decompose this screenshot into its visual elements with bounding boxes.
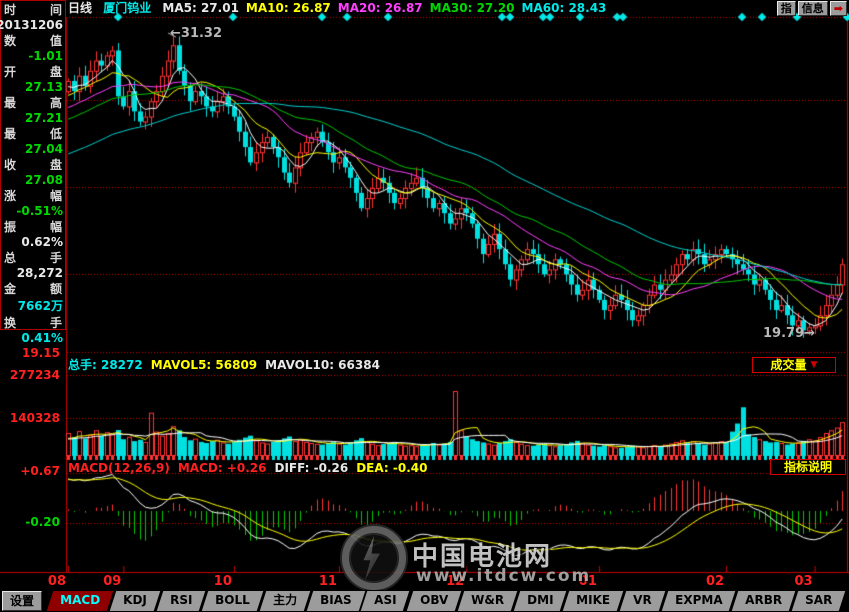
tab-sar[interactable]: SAR	[792, 591, 846, 611]
sidebar-field-label: 涨幅	[1, 187, 65, 204]
sidebar-field-value: 20131206	[1, 18, 65, 32]
panel-header-item: 总手: 28272	[68, 358, 143, 372]
sidebar-field-label: 时间	[1, 1, 65, 18]
tab-expma[interactable]: EXPMA	[661, 591, 735, 611]
ma-value: MA10: 26.87	[246, 1, 331, 15]
sidebar-field-label: 开盘	[1, 63, 65, 80]
sidebar-field-label: 金额	[1, 280, 65, 297]
chart-canvas[interactable]	[0, 0, 849, 612]
month-label: 02	[700, 574, 724, 589]
period-label: 日线	[68, 1, 92, 15]
tab-主力[interactable]: 主力	[259, 591, 310, 611]
ma-value: MA5: 27.01	[162, 1, 239, 15]
sidebar-field-label: 最低	[1, 125, 65, 142]
month-label: 01	[573, 574, 597, 589]
month-label: 03	[789, 574, 813, 589]
panel-header-item: MAVOL10: 66384	[265, 358, 380, 372]
high-price-annotation: ←31.32	[170, 26, 222, 41]
volume-type-label: 成交量	[771, 358, 807, 372]
volume-axis-mid: 140328	[0, 411, 60, 425]
month-label: 11	[313, 574, 337, 589]
ma-value: MA30: 27.20	[430, 1, 515, 15]
indicator-help-button[interactable]: 指标说明	[770, 459, 846, 475]
month-label: 10	[208, 574, 232, 589]
month-label: 12	[440, 574, 464, 589]
tab-boll[interactable]: BOLL	[202, 591, 263, 611]
sidebar-field-label: 总手	[1, 249, 65, 266]
tab-mike[interactable]: MIKE	[563, 591, 623, 611]
sidebar-field-value: 27.13	[1, 80, 65, 94]
dropdown-arrow-icon: ▼	[811, 358, 818, 372]
tab-bias[interactable]: BIAS	[307, 591, 365, 611]
quote-sidebar: 时间20131206数值-1.01开盘27.13最高27.21最低27.04收盘…	[0, 0, 66, 330]
tab-macd[interactable]: MACD	[47, 591, 113, 611]
panel-header-item: MAVOL5: 56809	[151, 358, 257, 372]
macd-header: MACD(12,26,9) MACD: +0.26 DIFF: -0.26 DEA: …	[68, 461, 435, 475]
low-price-annotation: 19.79→	[763, 326, 815, 341]
sidebar-field-label: 最高	[1, 94, 65, 111]
sidebar-field-value: -0.51%	[1, 204, 65, 218]
macd-axis-high: +0.67	[0, 464, 60, 478]
ma-value: MA60: 28.43	[522, 1, 607, 15]
sidebar-field-value: 27.04	[1, 142, 65, 156]
tab-arbr[interactable]: ARBR	[732, 591, 795, 611]
month-label: 09	[97, 574, 121, 589]
sidebar-field-label: 收盘	[1, 156, 65, 173]
indicator-tabs: MACDKDJRSIBOLL主力BIASASIOBVW&RDMIMIKEVREX…	[50, 591, 845, 611]
stock-name: 厦门钨业	[103, 1, 151, 15]
settings-button[interactable]: 设置	[2, 591, 42, 611]
sidebar-field-value: 0.41%	[1, 331, 65, 345]
indicator-help-label: 指标说明	[784, 460, 832, 474]
volume-axis-high: 277234	[0, 368, 60, 382]
panel-header-item: DIFF: -0.26	[274, 461, 348, 475]
macd-axis-low: -0.20	[0, 515, 60, 529]
tab-kdj[interactable]: KDJ	[110, 591, 160, 611]
panel-header-item: MACD: +0.26	[178, 461, 267, 475]
ma-value: MA20: 26.87	[338, 1, 423, 15]
tab-rsi[interactable]: RSI	[156, 591, 205, 611]
info-button[interactable]: 信息	[798, 1, 828, 16]
volume-type-dropdown[interactable]: 成交量 ▼	[752, 357, 836, 373]
ma-values: MA5: 27.01 MA10: 26.87 MA20: 26.87 MA30: 27…	[162, 1, 613, 15]
sidebar-field-value: 7662万	[1, 297, 65, 314]
collapse-arrow-button[interactable]: ➡	[830, 1, 847, 16]
sidebar-field-value: 28,272	[1, 266, 65, 280]
chart-header: 日线 厦门钨业 MA5: 27.01 MA10: 26.87 MA20: 26.87…	[68, 1, 620, 16]
tab-vr[interactable]: VR	[620, 591, 665, 611]
trading-app-window: 日线 厦门钨业 MA5: 27.01 MA10: 26.87 MA20: 26.87…	[0, 0, 849, 612]
panel-header-item: MACD(12,26,9)	[68, 461, 170, 475]
tab-obv[interactable]: OBV	[406, 591, 461, 611]
sidebar-field-value: -1.01	[1, 49, 65, 63]
tab-w&r[interactable]: W&R	[458, 591, 517, 611]
sidebar-field-value: 27.08	[1, 173, 65, 187]
tab-dmi[interactable]: DMI	[514, 591, 567, 611]
sidebar-field-label: 振幅	[1, 218, 65, 235]
price-axis-low: 19.15	[0, 346, 60, 360]
panel-header-item: DEA: -0.40	[356, 461, 427, 475]
sidebar-field-value: 0.62%	[1, 235, 65, 249]
volume-header: 总手: 28272 MAVOL5: 56809 MAVOL10: 66384	[68, 358, 388, 372]
tab-asi[interactable]: ASI	[361, 591, 410, 611]
month-label: 08	[42, 574, 66, 589]
header-buttons: 指 信息 ➡	[777, 1, 847, 16]
sidebar-field-value: 27.21	[1, 111, 65, 125]
indicator-tabbar: 设置 MACDKDJRSIBOLL主力BIASASIOBVW&RDMIMIKEV…	[0, 590, 849, 612]
sidebar-field-label: 换手	[1, 314, 65, 331]
indicator-button[interactable]: 指	[777, 1, 796, 16]
sidebar-field-label: 数值	[1, 32, 65, 49]
